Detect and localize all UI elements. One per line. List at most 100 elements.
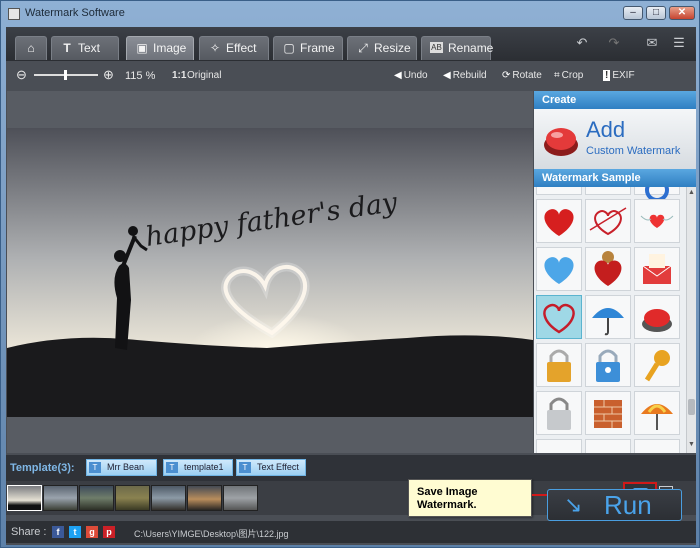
beach-umbrella-icon	[641, 404, 673, 430]
action-bar: ⊖ ⊕ 115 % 1:1 Original ◀ Undo ◀ Rebuild ⟳ R…	[6, 61, 696, 91]
facebook-icon[interactable]: f	[52, 526, 64, 538]
sample-cell[interactable]	[634, 391, 680, 435]
sample-cell[interactable]	[634, 295, 680, 339]
client-area: ⌂ T Text ▣ Image ✧ Effect ▢ Frame ⤢ Resi…	[6, 27, 696, 545]
redo-top-icon[interactable]: ↷	[603, 33, 625, 53]
zoom-out-icon[interactable]: ⊖	[16, 67, 27, 83]
sample-cell-selected[interactable]	[536, 295, 582, 339]
run-arrow-icon: ↘	[564, 492, 583, 517]
sample-cell[interactable]	[634, 199, 680, 243]
title-bar: Watermark Software – □ ✕	[1, 1, 700, 27]
settings-list-icon[interactable]: ☰	[668, 33, 690, 53]
rotate-label: Rotate	[512, 70, 542, 81]
blue-heart-icon	[544, 257, 574, 284]
sample-cell[interactable]	[536, 343, 582, 387]
image-icon: ▣	[136, 41, 148, 55]
undo-label: Undo	[403, 70, 428, 81]
pinterest-icon[interactable]: p	[103, 526, 115, 538]
scribble-heart-icon	[543, 303, 575, 334]
tab-image[interactable]: ▣ Image	[126, 36, 194, 60]
zoom-in-icon[interactable]: ⊕	[103, 67, 114, 83]
tab-effect[interactable]: ✧ Effect	[199, 36, 269, 60]
sample-cell[interactable]	[536, 187, 582, 195]
thumbnail[interactable]	[43, 485, 78, 511]
sample-cell[interactable]	[536, 247, 582, 291]
photo-preview[interactable]: happy father's day	[7, 128, 533, 417]
file-path: C:\Users\YIMGE\Desktop\图片\122.jpg	[134, 529, 289, 539]
tab-home[interactable]: ⌂	[15, 36, 47, 60]
sample-cell[interactable]	[585, 295, 631, 339]
red-button-icon	[544, 128, 578, 156]
tab-resize-label: Resize	[374, 41, 411, 55]
rotate-button[interactable]: ⟳ Rotate	[502, 70, 542, 81]
sample-cell[interactable]	[634, 187, 680, 202]
thumbnail[interactable]	[151, 485, 186, 511]
sample-cell[interactable]	[536, 439, 582, 453]
undo-button[interactable]: ◀ Undo	[394, 70, 428, 81]
sample-cell[interactable]	[536, 391, 582, 435]
zoom-slider-handle[interactable]	[64, 70, 67, 80]
template-item-label: Mrr Bean	[107, 462, 145, 472]
template-bar: Template(3): T Mrr Bean T template1 T Te…	[6, 455, 696, 487]
scroll-down-icon[interactable]: ▼	[688, 441, 695, 448]
close-button[interactable]: ✕	[669, 6, 695, 20]
winged-heart-icon	[640, 214, 674, 228]
sample-cell[interactable]	[634, 247, 680, 291]
sample-cell[interactable]	[634, 439, 680, 453]
undo-top-icon[interactable]: ↶	[571, 33, 593, 53]
save-image-callout: Save Image Watermark.	[408, 479, 532, 517]
scroll-up-icon[interactable]: ▲	[688, 189, 695, 196]
tab-rename[interactable]: AB Rename	[421, 36, 493, 60]
original-size-icon[interactable]: 1:1	[172, 70, 186, 81]
template-item-template1[interactable]: T template1	[163, 459, 233, 476]
maximize-button[interactable]: □	[646, 6, 666, 20]
gold-key-icon	[644, 350, 670, 382]
sample-cell[interactable]	[585, 343, 631, 387]
tab-text[interactable]: T Text	[51, 36, 119, 60]
message-icon[interactable]: ✉	[641, 33, 663, 53]
exif-button[interactable]: ! EXIF	[603, 70, 635, 81]
tab-text-label: Text	[78, 41, 101, 55]
callout-line-2: Watermark.	[417, 499, 477, 511]
callout-line-1: Save Image	[417, 486, 478, 498]
thumbnail[interactable]	[223, 485, 258, 511]
right-panel: Create Add Custom Watermark Watermark Sa…	[534, 91, 696, 453]
photo-image: happy father's day	[7, 128, 533, 417]
sample-cell[interactable]	[536, 199, 582, 243]
tab-effect-label: Effect	[226, 41, 257, 55]
template-item-label: template1	[184, 462, 224, 472]
original-size-button[interactable]: Original	[187, 70, 221, 81]
scrollbar-thumb[interactable]	[688, 399, 695, 415]
template-label: Template(3):	[10, 462, 75, 474]
sample-cell[interactable]	[585, 199, 631, 243]
sample-scrollbar[interactable]: ▲ ▼	[686, 187, 696, 453]
zoom-slider[interactable]	[34, 70, 98, 80]
tab-frame[interactable]: ▢ Frame	[273, 36, 343, 60]
thumbnail-selected[interactable]	[7, 485, 42, 511]
sample-cell[interactable]	[585, 391, 631, 435]
app-window: Watermark Software – □ ✕ ⌂ T Text ▣ Imag…	[0, 0, 700, 548]
rotate-icon: ⟳	[502, 70, 511, 81]
sample-cell[interactable]	[634, 343, 680, 387]
status-bar: Share : f t g p C:\Users\YIMGE\Desktop\图…	[6, 521, 696, 543]
rebuild-button[interactable]: ◀ Rebuild	[443, 70, 487, 81]
template-item-mrr-bean[interactable]: T Mrr Bean	[86, 459, 157, 476]
watermark-sample-header: Watermark Sample	[534, 169, 696, 187]
sample-cell[interactable]	[585, 439, 631, 453]
template-item-text-effect[interactable]: T Text Effect ...	[236, 459, 306, 487]
thumbnail[interactable]	[115, 485, 150, 511]
exif-label: EXIF	[612, 70, 635, 81]
thumbnail[interactable]	[79, 485, 114, 511]
tab-resize[interactable]: ⤢ Resize	[347, 36, 417, 60]
sample-cell[interactable]	[585, 247, 631, 291]
run-button[interactable]: ↘ Run	[547, 489, 682, 521]
twitter-icon[interactable]: t	[69, 526, 81, 538]
crop-button[interactable]: ⌗ Crop	[554, 70, 583, 81]
love-letter-icon	[642, 254, 672, 284]
google-plus-icon[interactable]: g	[86, 526, 98, 538]
minimize-button[interactable]: –	[623, 6, 643, 20]
image-canvas[interactable]: happy father's day	[7, 91, 533, 453]
thumbnail[interactable]	[187, 485, 222, 511]
add-custom-watermark-button[interactable]: Add Custom Watermark	[534, 109, 696, 169]
sample-cell[interactable]	[585, 187, 631, 195]
